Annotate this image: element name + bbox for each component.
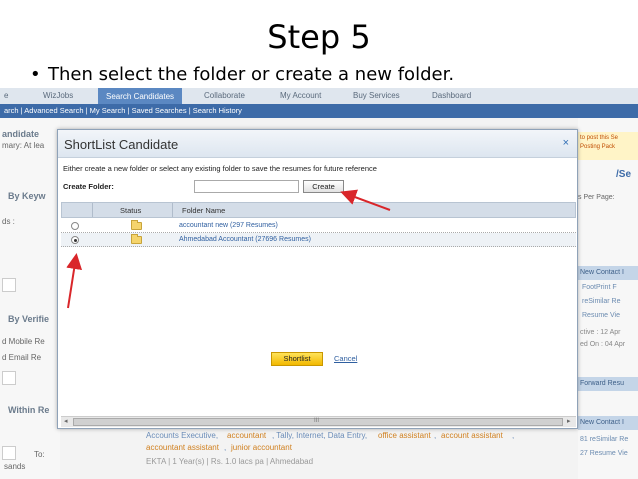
- col-folder-name: Folder Name: [182, 206, 226, 215]
- folder-icon: [131, 234, 142, 244]
- cancel-link[interactable]: Cancel: [334, 354, 357, 363]
- folder-name-2[interactable]: Ahmedabad Accountant (27696 Resumes): [179, 236, 311, 243]
- folder-name-1[interactable]: accountant new (297 Resumes): [179, 222, 278, 229]
- nav-item-dashboard[interactable]: Dashboard: [432, 91, 471, 100]
- bg-email: d Email Re: [2, 353, 42, 362]
- bar-new-contact: New Contact I: [578, 266, 638, 280]
- create-button[interactable]: Create: [303, 180, 344, 193]
- bottom-text-7: ,: [512, 431, 515, 440]
- dialog-header: ShortList Candidate ×: [58, 130, 577, 158]
- bg-resimilar[interactable]: reSimilar Re: [582, 298, 621, 305]
- create-folder-label: Create Folder:: [63, 182, 114, 191]
- folder-row[interactable]: accountant new (297 Resumes): [61, 219, 576, 233]
- bg-candidate: andidate: [2, 129, 40, 139]
- create-folder-input[interactable]: [194, 180, 299, 193]
- promo-line-2: Posting Pack: [580, 144, 616, 150]
- dialog-description: Either create a new folder or select any…: [63, 164, 377, 173]
- nav-item-search-candidates[interactable]: Search Candidates: [98, 88, 183, 104]
- bottom-text-11: EKTA | 1 Year(s) | Rs. 1.0 lacs pa | Ahm…: [146, 457, 314, 466]
- col-divider-2: [172, 203, 173, 217]
- slide-bullet: • Then select the folder or create a new …: [30, 64, 454, 85]
- dialog-title: ShortList Candidate: [64, 137, 179, 152]
- nav-item-collaborate[interactable]: Collaborate: [204, 91, 245, 100]
- bullet-dot: •: [30, 64, 41, 85]
- nav-item-e[interactable]: e: [4, 91, 8, 100]
- bg-resimilar-2[interactable]: 81 reSimilar Re: [580, 436, 628, 443]
- bottom-text-9: ,: [224, 443, 227, 452]
- bg-by-keyword: By Keyw: [8, 191, 46, 201]
- bg-mobile: d Mobile Re: [2, 337, 45, 346]
- bg-resume-view-2[interactable]: 27 Resume Vie: [580, 450, 628, 457]
- screenshot: e WizJobs Search Candidates Collaborate …: [0, 88, 638, 479]
- bg-updated: ed On : 04 Apr: [580, 341, 626, 348]
- scroll-grip: III: [314, 418, 320, 424]
- bottom-text-1: Accounts Executive,: [146, 431, 219, 440]
- bg-footprint[interactable]: FootPrint F: [582, 284, 617, 291]
- close-icon[interactable]: ×: [563, 137, 569, 149]
- bg-new-contact[interactable]: New Contact I: [580, 269, 624, 276]
- shortlist-button[interactable]: Shortlist: [271, 352, 323, 366]
- bg-field-2: [2, 371, 16, 385]
- scroll-left-icon[interactable]: ◂: [64, 417, 68, 425]
- bg-forward[interactable]: Forward Resu: [580, 380, 624, 387]
- bar-forward: Forward Resu: [578, 377, 638, 391]
- scroll-thumb[interactable]: III: [73, 418, 563, 426]
- slide-title: Step 5: [267, 18, 371, 56]
- folder-radio-2[interactable]: [71, 236, 79, 244]
- bottom-text-8: accountant assistant: [146, 443, 219, 452]
- top-nav: e WizJobs Search Candidates Collaborate …: [0, 88, 638, 104]
- bottom-text-3: , Tally, Internet, Data Entry,: [272, 431, 368, 440]
- folder-table-header: Status Folder Name: [61, 202, 576, 218]
- shortlist-dialog: ShortList Candidate × Either create a ne…: [57, 129, 578, 429]
- background-left-panel: andidate mary: At lea By Keyw ds : By Ve…: [0, 118, 60, 479]
- bg-se: /Se: [616, 169, 632, 180]
- bg-within: Within Re: [8, 405, 50, 415]
- bg-resume-view[interactable]: Resume Vie: [582, 312, 620, 319]
- bg-new-contact-2[interactable]: New Contact I: [580, 419, 624, 426]
- bg-by-verified: By Verifie: [8, 314, 50, 324]
- bg-field-3: [2, 446, 16, 460]
- background-right-panel: to post this Se Posting Pack /Se s Per P…: [578, 118, 638, 479]
- bottom-text-2: accountant: [227, 431, 267, 440]
- bg-per-page: s Per Page:: [578, 194, 615, 201]
- sub-nav[interactable]: arch | Advanced Search | My Search | Sav…: [0, 104, 638, 118]
- promo-box: to post this Se Posting Pack: [578, 132, 638, 160]
- promo-line-1: to post this Se: [580, 135, 619, 141]
- bottom-text-10: junior accountant: [231, 443, 292, 452]
- folder-radio-1[interactable]: [71, 222, 79, 230]
- horizontal-scrollbar[interactable]: ◂ III ▸: [61, 416, 576, 427]
- scroll-right-icon[interactable]: ▸: [567, 417, 571, 425]
- nav-item-wizjobs[interactable]: WizJobs: [43, 91, 73, 100]
- nav-item-my-account[interactable]: My Account: [280, 91, 321, 100]
- bg-sands: sands: [4, 462, 26, 471]
- bg-to: To:: [34, 450, 45, 459]
- folder-icon: [131, 220, 142, 230]
- bg-words: ds :: [2, 217, 15, 226]
- bg-field: [2, 278, 16, 292]
- col-status: Status: [120, 206, 142, 215]
- bg-summary: mary: At lea: [2, 141, 45, 150]
- bg-active: ctive : 12 Apr: [580, 329, 621, 336]
- bottom-text-4: office assistant: [378, 431, 431, 440]
- nav-item-buy-services[interactable]: Buy Services: [353, 91, 400, 100]
- bullet-text: Then select the folder or create a new f…: [48, 64, 455, 85]
- bar-new-contact-2: New Contact I: [578, 416, 638, 430]
- folder-row[interactable]: Ahmedabad Accountant (27696 Resumes): [61, 233, 576, 247]
- bottom-text-5: ,: [434, 431, 437, 440]
- bottom-text-6: account assistant: [441, 431, 503, 440]
- col-divider: [92, 203, 93, 217]
